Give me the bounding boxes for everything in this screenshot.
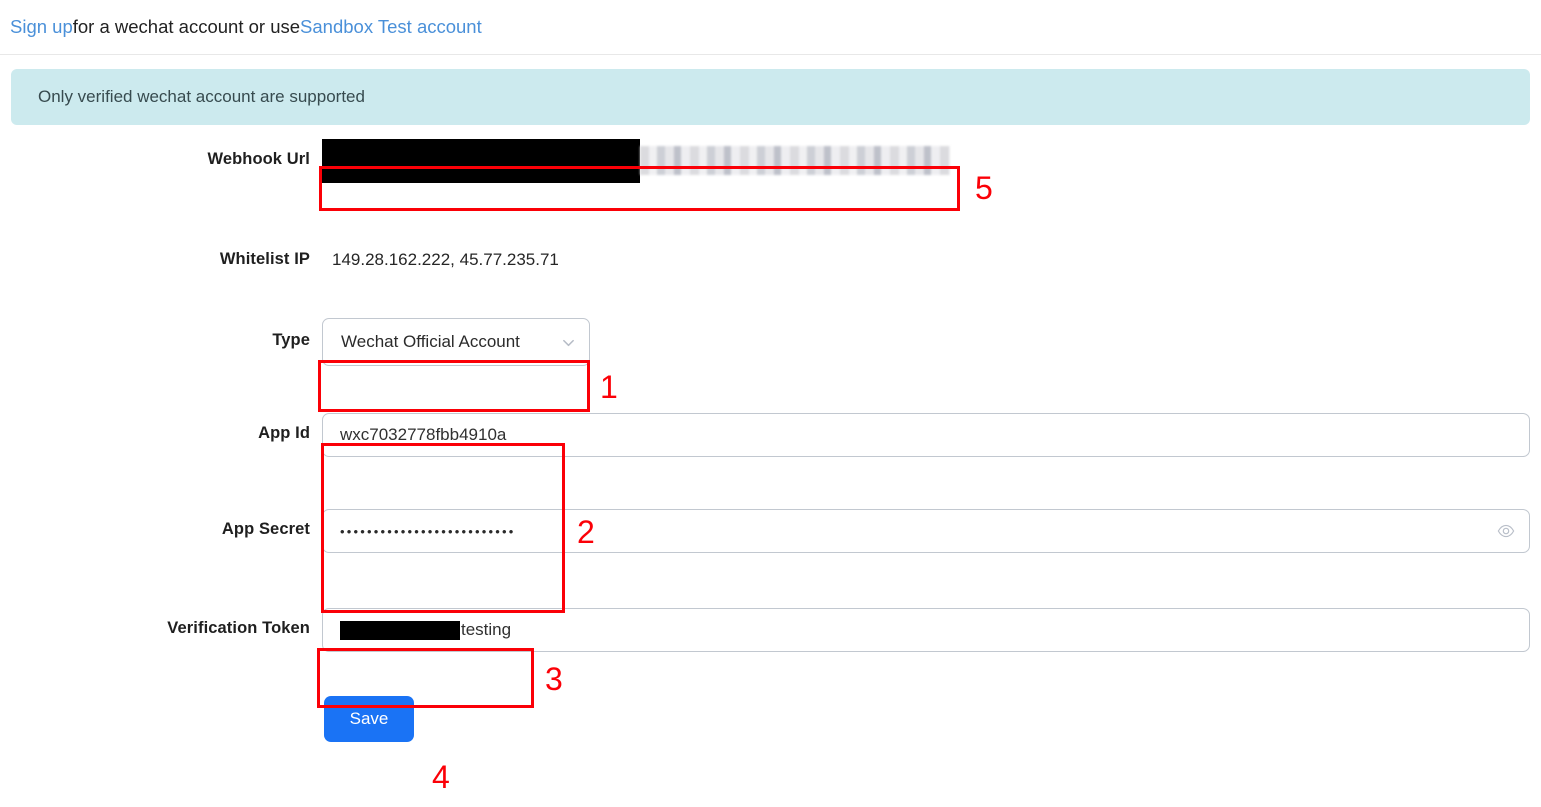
redaction-blurred-text (640, 146, 950, 175)
app-secret-input[interactable]: •••••••••••••••••••••••••• (322, 509, 1530, 553)
eye-icon[interactable] (1497, 522, 1515, 540)
token-visible-text: testing (461, 620, 512, 639)
verification-token-control: testing (310, 608, 1541, 652)
alert-message: Only verified wechat account are support… (38, 87, 365, 106)
app-secret-value: •••••••••••••••••••••••••• (340, 523, 516, 539)
sign-up-link[interactable]: Sign up (10, 16, 73, 38)
app-id-row: App Id wxc7032778fbb4910a (0, 413, 1541, 457)
chevron-down-icon (563, 339, 574, 346)
verification-token-label: Verification Token (167, 619, 310, 637)
header-static-text: for a wechat account or use (72, 16, 301, 37)
app-id-control: wxc7032778fbb4910a (310, 413, 1541, 457)
save-row: Save (0, 696, 1541, 742)
token-redaction-bar (340, 620, 460, 640)
webhook-url-label: Webhook Url (207, 150, 310, 168)
verification-token-row: Verification Token testing (0, 608, 1541, 652)
app-secret-label: App Secret (221, 520, 310, 538)
webhook-url-row: Webhook Url (0, 139, 1541, 183)
type-label: Type (272, 331, 310, 349)
type-select-value: Wechat Official Account (341, 332, 520, 351)
redaction-black-bar (322, 139, 640, 183)
alert-container: Only verified wechat account are support… (0, 55, 1541, 125)
app-id-label: App Id (258, 424, 310, 442)
webhook-url-value-redacted (322, 139, 950, 183)
wechat-settings-form: Webhook Url Whitelist IP 149.28.162.222,… (0, 139, 1541, 742)
type-select[interactable]: Wechat Official Account (322, 318, 590, 366)
whitelist-ip-row: Whitelist IP 149.28.162.222, 45.77.235.7… (0, 239, 1541, 270)
info-alert: Only verified wechat account are support… (11, 69, 1530, 125)
app-secret-row: App Secret •••••••••••••••••••••••••• (0, 509, 1541, 553)
webhook-url-control (310, 139, 1541, 183)
type-control: Wechat Official Account (310, 318, 1541, 366)
save-button[interactable]: Save (324, 696, 414, 742)
type-row: Type Wechat Official Account (0, 318, 1541, 366)
annotation-number-4: 4 (432, 759, 450, 795)
verification-token-value: testing (340, 620, 511, 640)
app-id-input[interactable]: wxc7032778fbb4910a (322, 413, 1530, 457)
verification-token-input[interactable]: testing (322, 608, 1530, 652)
whitelist-ip-value: 149.28.162.222, 45.77.235.71 (332, 250, 559, 269)
sandbox-test-account-link[interactable]: Sandbox Test account (300, 16, 482, 38)
app-id-value: wxc7032778fbb4910a (340, 425, 507, 444)
save-control: Save (310, 696, 1541, 742)
app-secret-control: •••••••••••••••••••••••••• (310, 509, 1541, 553)
page-header: Sign up for a wechat account or use Sand… (0, 0, 1541, 55)
whitelist-ip-label: Whitelist IP (219, 250, 310, 268)
whitelist-ip-control: 149.28.162.222, 45.77.235.71 (310, 239, 1541, 270)
